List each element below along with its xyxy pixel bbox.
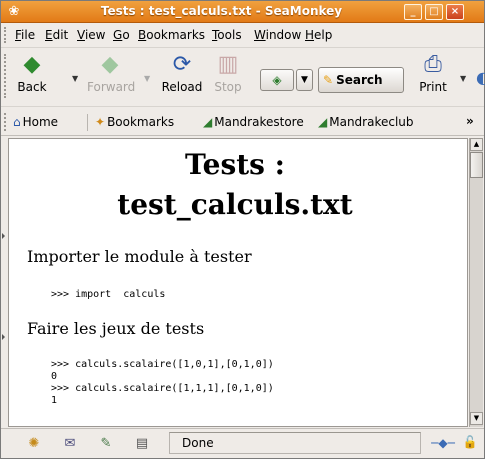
section-heading-import: Importer le module à tester bbox=[27, 247, 252, 266]
personal-toolbar: ⌂ Home ✦ Bookmarks ◢ Mandrakestore ◢ Mandrak… bbox=[1, 106, 484, 136]
code-block-import: >>> import calculs bbox=[51, 289, 166, 300]
code-line: 0 bbox=[51, 371, 58, 382]
bookmark-label: Mandrakestore bbox=[214, 115, 304, 129]
scroll-up-icon[interactable]: ▲ bbox=[470, 138, 483, 151]
menu-view[interactable]: View bbox=[77, 28, 105, 42]
section-heading-tests: Faire les jeux de tests bbox=[27, 319, 205, 338]
print-label: Print bbox=[419, 80, 447, 94]
window-title: Tests : test_calculs.txt - SeaMonkey bbox=[100, 4, 343, 18]
code-line: 1 bbox=[51, 395, 58, 406]
link-icon: ◢ bbox=[203, 115, 213, 129]
forward-label: Forward bbox=[87, 80, 136, 94]
maximize-button[interactable]: □ bbox=[425, 4, 443, 20]
toolbar-grip[interactable] bbox=[4, 113, 8, 131]
scrollbar-thumb[interactable] bbox=[470, 152, 483, 178]
toolbar-grip[interactable] bbox=[4, 54, 8, 98]
composer-icon[interactable]: ✎ bbox=[97, 436, 115, 452]
vertical-scrollbar[interactable]: ▲ ▼ bbox=[469, 138, 483, 427]
browser-window: ❀ Tests : test_calculs.txt - SeaMonkey _… bbox=[0, 0, 485, 459]
mail-icon[interactable]: ✉ bbox=[61, 436, 79, 452]
print-button[interactable]: ⎙ Print bbox=[410, 52, 456, 94]
stop-label: Stop bbox=[214, 80, 242, 94]
back-arrow-icon: ◆ bbox=[23, 52, 41, 77]
page-icon: ◈ bbox=[272, 73, 282, 87]
stop-button[interactable]: ▥ Stop bbox=[205, 52, 251, 94]
menu-edit[interactable]: Edit bbox=[45, 28, 68, 42]
code-line: >>> calculs.scalaire([1,1,1],[0,1,0]) bbox=[51, 383, 274, 394]
site-icon-button[interactable]: ◈ bbox=[260, 69, 294, 91]
forward-button[interactable]: ◆ Forward bbox=[87, 52, 136, 94]
menu-file[interactable]: File bbox=[15, 28, 35, 42]
bookmarks-label: Bookmarks bbox=[107, 115, 175, 129]
title-bar[interactable]: ❀ Tests : test_calculs.txt - SeaMonkey _… bbox=[1, 1, 484, 23]
search-icon: ✎ bbox=[323, 73, 334, 87]
print-icon: ⎙ bbox=[424, 52, 442, 77]
online-status-icon[interactable]: ─◆─ bbox=[429, 436, 457, 450]
address-book-icon[interactable]: ▤ bbox=[133, 436, 151, 452]
reload-button[interactable]: ⟳ Reload bbox=[159, 52, 205, 94]
code-line: >>> calculs.scalaire([1,0,1],[0,1,0]) bbox=[51, 359, 274, 370]
close-button[interactable]: × bbox=[446, 4, 464, 20]
status-bar: ✺ ✉ ✎ ▤ Done ─◆─ 🔓 bbox=[1, 428, 484, 458]
status-text: Done bbox=[182, 436, 214, 450]
search-button[interactable]: ✎ Search bbox=[318, 67, 404, 93]
menu-bookmarks[interactable]: Bookmarks bbox=[138, 28, 205, 42]
menu-window[interactable]: Window bbox=[254, 28, 301, 42]
overflow-chevron-icon[interactable]: » bbox=[466, 114, 474, 128]
sidebar-collapse-icon[interactable] bbox=[2, 334, 5, 340]
chevron-down-icon: ▼ bbox=[301, 75, 308, 85]
bookmark-link-mandrakestore[interactable]: ◢ Mandrakestore bbox=[203, 115, 304, 129]
bookmark-link-mandrakeclub[interactable]: ◢ Mandrakeclub bbox=[318, 115, 414, 129]
throbber-icon[interactable]: ◐ bbox=[476, 68, 485, 87]
home-button[interactable]: ⌂ Home bbox=[13, 115, 58, 129]
toolbar-grip[interactable] bbox=[4, 27, 8, 43]
bookmark-label: Mandrakeclub bbox=[329, 115, 414, 129]
search-label: Search bbox=[336, 73, 383, 87]
reload-label: Reload bbox=[161, 80, 203, 94]
stop-icon: ▥ bbox=[217, 52, 239, 77]
menu-bar: File Edit View Go Bookmarks Tools Window… bbox=[1, 24, 484, 46]
navigator-icon[interactable]: ✺ bbox=[25, 436, 43, 452]
back-label: Back bbox=[17, 80, 47, 94]
page-title-line2: test_calculs.txt bbox=[117, 188, 353, 221]
seamonkey-icon[interactable]: ❀ bbox=[6, 4, 22, 20]
url-dropdown-button[interactable]: ▼ bbox=[296, 69, 313, 91]
minimize-button[interactable]: _ bbox=[404, 4, 422, 20]
home-icon: ⌂ bbox=[13, 115, 21, 129]
security-lock-icon[interactable]: 🔓 bbox=[462, 435, 478, 451]
page-title-line1: Tests : bbox=[185, 148, 285, 181]
back-dropdown-icon[interactable]: ▼ bbox=[72, 74, 78, 83]
print-dropdown-icon[interactable]: ▼ bbox=[460, 74, 466, 83]
back-button[interactable]: ◆ Back bbox=[9, 52, 55, 94]
menu-go[interactable]: Go bbox=[113, 28, 130, 42]
navigation-toolbar: ◆ Back ▼ ◆ Forward ▼ ⟳ Reload ▥ Stop ◈ ▼… bbox=[1, 47, 485, 105]
bookmarks-icon: ✦ bbox=[95, 115, 106, 129]
forward-arrow-icon: ◆ bbox=[101, 52, 119, 77]
sidebar-collapse-icon[interactable] bbox=[2, 233, 5, 239]
bookmarks-button[interactable]: ✦ Bookmarks bbox=[95, 115, 174, 129]
menu-help[interactable]: Help bbox=[305, 28, 332, 42]
link-icon: ◢ bbox=[318, 115, 328, 129]
reload-icon: ⟳ bbox=[172, 52, 192, 77]
toolbar-separator bbox=[87, 114, 88, 131]
page-title: Tests : test_calculs.txt bbox=[9, 145, 461, 225]
scroll-down-icon[interactable]: ▼ bbox=[470, 412, 483, 425]
page-content[interactable]: Tests : test_calculs.txt Importer le mod… bbox=[8, 138, 468, 427]
forward-dropdown-icon[interactable]: ▼ bbox=[144, 74, 150, 83]
home-label: Home bbox=[22, 115, 59, 129]
menu-tools[interactable]: Tools bbox=[212, 28, 242, 42]
status-panel: Done bbox=[169, 432, 421, 454]
